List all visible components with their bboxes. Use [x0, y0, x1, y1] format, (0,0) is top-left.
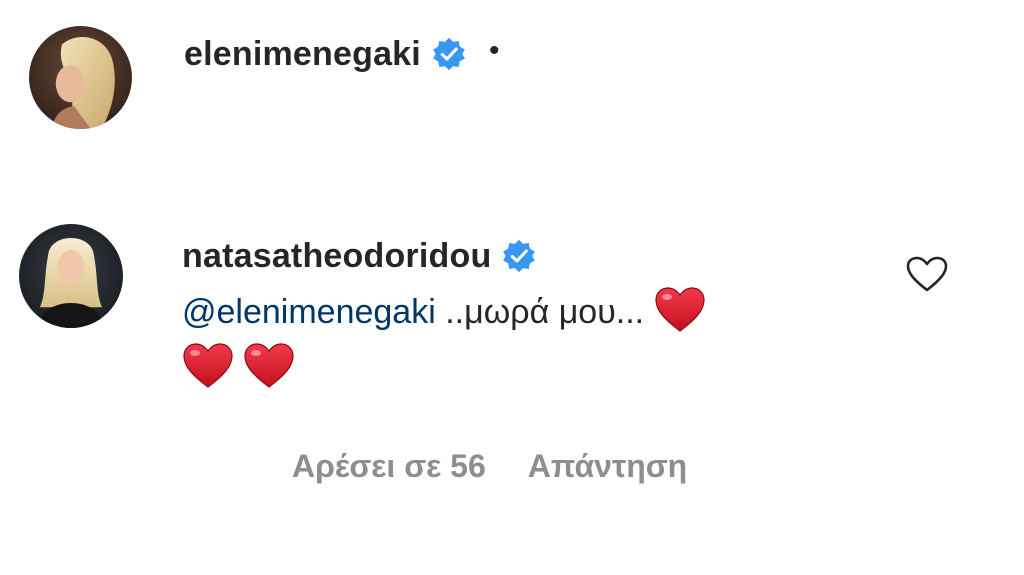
comment: natasatheodoridou @elenimenegaki ..μωρά …: [182, 230, 872, 396]
mention-link[interactable]: @elenimenegaki: [182, 293, 436, 331]
commenter-username[interactable]: natasatheodoridou: [182, 239, 491, 273]
commenter-avatar[interactable]: [19, 224, 123, 328]
comment-meta: Αρέσει σε 56 Απάντηση: [292, 448, 687, 485]
verified-badge-icon: [431, 36, 467, 72]
red-heart-emoji-icon: [654, 286, 706, 334]
reply-button[interactable]: Απάντηση: [528, 448, 687, 485]
post-header: elenimenegaki •: [184, 28, 499, 80]
instagram-comment-thread: elenimenegaki • natasatheodoridou @eleni…: [0, 0, 1024, 575]
red-heart-emoji-icon: [182, 342, 234, 390]
post-author-username[interactable]: elenimenegaki: [184, 37, 421, 71]
post-author-avatar[interactable]: [29, 26, 132, 129]
likes-count-link[interactable]: Αρέσει σε 56: [292, 448, 486, 485]
verified-badge-icon: [501, 238, 537, 274]
header-separator-dot: •: [488, 34, 500, 67]
like-comment-button[interactable]: [905, 255, 949, 293]
comment-text: ..μωρά μου...: [435, 293, 645, 331]
comment-author-row: natasatheodoridou: [182, 230, 872, 282]
avatar-photo: [19, 224, 123, 328]
avatar-photo: [29, 26, 132, 129]
comment-body: @elenimenegaki ..μωρά μου...: [182, 284, 872, 396]
heart-outline-icon: [906, 256, 948, 292]
red-heart-emoji-icon: [243, 342, 295, 390]
